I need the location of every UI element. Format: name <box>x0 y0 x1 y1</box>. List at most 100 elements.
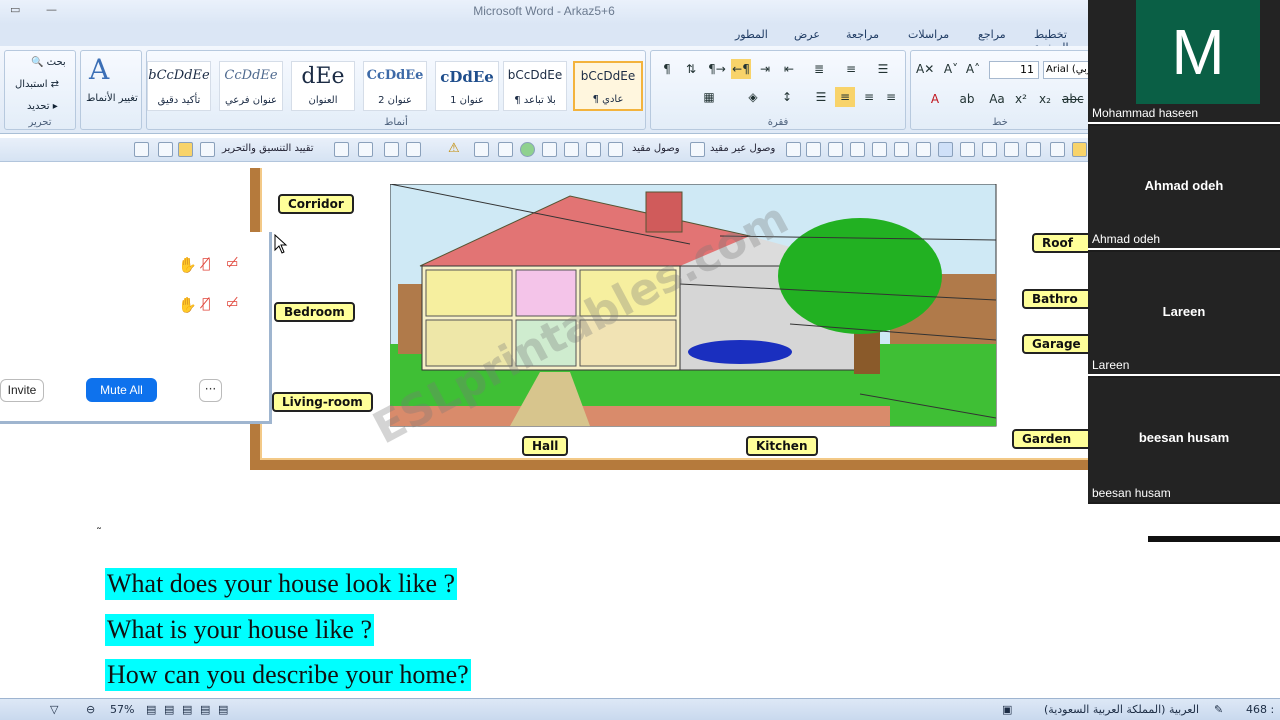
sort-icon[interactable]: ⇅ <box>681 59 701 79</box>
toolbar-icon[interactable] <box>358 142 373 157</box>
macro-icon[interactable]: ▣ <box>1002 703 1012 716</box>
style-title[interactable]: dEe العنوان <box>291 61 355 111</box>
restrict-editing-label[interactable]: تقييد التنسيق والتحرير <box>222 143 314 154</box>
align-left-icon[interactable]: ≡ <box>881 87 901 107</box>
toolbar-icon[interactable] <box>1072 142 1087 157</box>
toolbar-icon[interactable] <box>828 142 843 157</box>
numbering-icon[interactable]: ≡ <box>841 59 861 79</box>
show-formatting-icon[interactable]: ¶ <box>657 59 677 79</box>
zoom-level[interactable]: 57% <box>110 703 134 716</box>
toolbar-icon[interactable] <box>1004 142 1019 157</box>
toolbar-icon[interactable] <box>542 142 557 157</box>
raise-hand-icon[interactable]: ✋ <box>178 296 197 314</box>
toolbar-icon[interactable] <box>200 142 215 157</box>
line-spacing-icon[interactable]: ↕ <box>777 87 797 107</box>
tab-review[interactable]: مراجعة <box>846 28 879 41</box>
mute-all-button[interactable]: Mute All <box>86 378 157 402</box>
toolbar-icon[interactable] <box>1026 142 1041 157</box>
toolbar-icon[interactable] <box>608 142 623 157</box>
select-button[interactable]: تحديد ▸ <box>27 101 58 112</box>
change-case-icon[interactable]: Aa <box>987 89 1007 109</box>
toolbar-icon[interactable] <box>158 142 173 157</box>
style-subtle-emphasis[interactable]: bCcDdEe تأكيد دقيق <box>147 61 211 111</box>
highlight-icon[interactable]: ab <box>957 89 977 109</box>
view-icon[interactable]: ▤ <box>146 703 156 716</box>
view-icon[interactable]: ▤ <box>182 703 192 716</box>
align-center-icon[interactable]: ≡ <box>859 87 879 107</box>
ltr-icon[interactable]: ¶→ <box>707 59 727 79</box>
align-right-icon[interactable]: ≡ <box>835 87 855 107</box>
linked-access-label[interactable]: وصول مقيد <box>632 143 680 154</box>
toolbar-icon[interactable] <box>178 142 193 157</box>
video-tile[interactable]: Lareen Lareen <box>1088 252 1280 376</box>
toolbar-icon[interactable] <box>474 142 489 157</box>
borders-icon[interactable]: ▦ <box>699 87 719 107</box>
style-normal[interactable]: bCcDdEe ¶ عادي <box>573 61 643 111</box>
zoom-slider-icon[interactable]: ▽ <box>50 703 58 716</box>
toolbar-icon[interactable] <box>982 142 997 157</box>
tab-references[interactable]: مراجع <box>978 28 1006 41</box>
word-count[interactable]: 468 : <box>1246 703 1274 716</box>
toolbar-icon[interactable] <box>850 142 865 157</box>
toolbar-icon[interactable] <box>872 142 887 157</box>
clear-formatting-icon[interactable]: A✕ <box>915 59 935 79</box>
toolbar-icon[interactable] <box>894 142 909 157</box>
raise-hand-icon[interactable]: ✋ <box>178 256 197 274</box>
more-options-button[interactable]: ··· <box>199 379 222 402</box>
toolbar-icon[interactable] <box>916 142 931 157</box>
toolbar-icon[interactable] <box>134 142 149 157</box>
change-styles-button[interactable]: A تغيير الأنماط <box>80 50 142 130</box>
toolbar-icon[interactable] <box>960 142 975 157</box>
toolbar-icon[interactable] <box>520 142 535 157</box>
bullets-icon[interactable]: ☰ <box>873 59 893 79</box>
subscript-icon[interactable]: x₂ <box>1035 89 1055 109</box>
toolbar-icon[interactable] <box>406 142 421 157</box>
tab-view[interactable]: عرض <box>794 28 820 41</box>
warning-icon[interactable]: ⚠ <box>448 141 460 156</box>
multilevel-list-icon[interactable]: ≣ <box>809 59 829 79</box>
video-tile[interactable]: beesan husam beesan husam <box>1088 378 1280 502</box>
language-indicator[interactable]: العربية (المملكة العربية السعودية) <box>1044 703 1199 716</box>
font-name-field[interactable]: Arial (عربي <box>1043 61 1091 79</box>
toolbar-icon[interactable] <box>586 142 601 157</box>
toolbar-icon[interactable] <box>334 142 349 157</box>
house-worksheet-picture[interactable]: ESLprintables.com Corridor Bedroom Livin… <box>250 168 1092 470</box>
zoom-out-icon[interactable]: ⊖ <box>86 703 95 716</box>
decrease-indent-icon[interactable]: ⇤ <box>779 59 799 79</box>
shrink-font-icon[interactable]: A˅ <box>941 59 961 79</box>
find-button[interactable]: 🔍 بحث <box>31 57 66 68</box>
increase-indent-icon[interactable]: ⇥ <box>755 59 775 79</box>
video-tile[interactable]: Ahmad odeh Ahmad odeh <box>1088 126 1280 250</box>
unlinked-access-label[interactable]: وصول عير مقيد <box>710 143 775 154</box>
mic-muted-icon[interactable]: 🎙̸ <box>202 256 210 272</box>
view-icon[interactable]: ▤ <box>218 703 228 716</box>
rtl-icon[interactable]: ←¶ <box>731 59 751 79</box>
style-heading-1[interactable]: cDdEe عنوان 1 <box>435 61 499 111</box>
style-no-spacing[interactable]: bCcDdEe ¶ بلا تباعد <box>503 61 567 111</box>
toolbar-icon[interactable] <box>806 142 821 157</box>
superscript-icon[interactable]: x² <box>1011 89 1031 109</box>
invite-button[interactable]: Invite <box>0 379 44 402</box>
view-icon[interactable]: ▤ <box>200 703 210 716</box>
toolbar-icon[interactable] <box>1050 142 1065 157</box>
tab-developer[interactable]: المطور <box>735 28 768 41</box>
justify-icon[interactable]: ☰ <box>811 87 831 107</box>
font-color-icon[interactable]: A <box>925 89 945 109</box>
shading-icon[interactable]: ◈ <box>743 87 763 107</box>
replace-button[interactable]: استبدال ⇄ <box>15 79 59 90</box>
toolbar-icon[interactable] <box>564 142 579 157</box>
toolbar-icon[interactable] <box>384 142 399 157</box>
grow-font-icon[interactable]: A˄ <box>963 59 983 79</box>
toolbar-icon[interactable] <box>498 142 513 157</box>
mic-muted-icon[interactable]: 🎙̸ <box>202 296 210 312</box>
view-icon[interactable]: ▤ <box>164 703 174 716</box>
video-off-icon[interactable]: ▭̸ <box>226 256 238 271</box>
style-subtitle[interactable]: CcDdEe عنوان فرعي <box>219 61 283 111</box>
tab-mailings[interactable]: مراسلات <box>908 28 949 41</box>
video-tile[interactable]: M Mohammad haseen <box>1088 0 1280 124</box>
video-off-icon[interactable]: ▭̸ <box>226 296 238 311</box>
strikethrough-icon[interactable]: abc <box>1061 89 1084 109</box>
toolbar-icon[interactable] <box>786 142 801 157</box>
toolbar-icon[interactable] <box>690 142 705 157</box>
toolbar-icon[interactable] <box>938 142 953 157</box>
